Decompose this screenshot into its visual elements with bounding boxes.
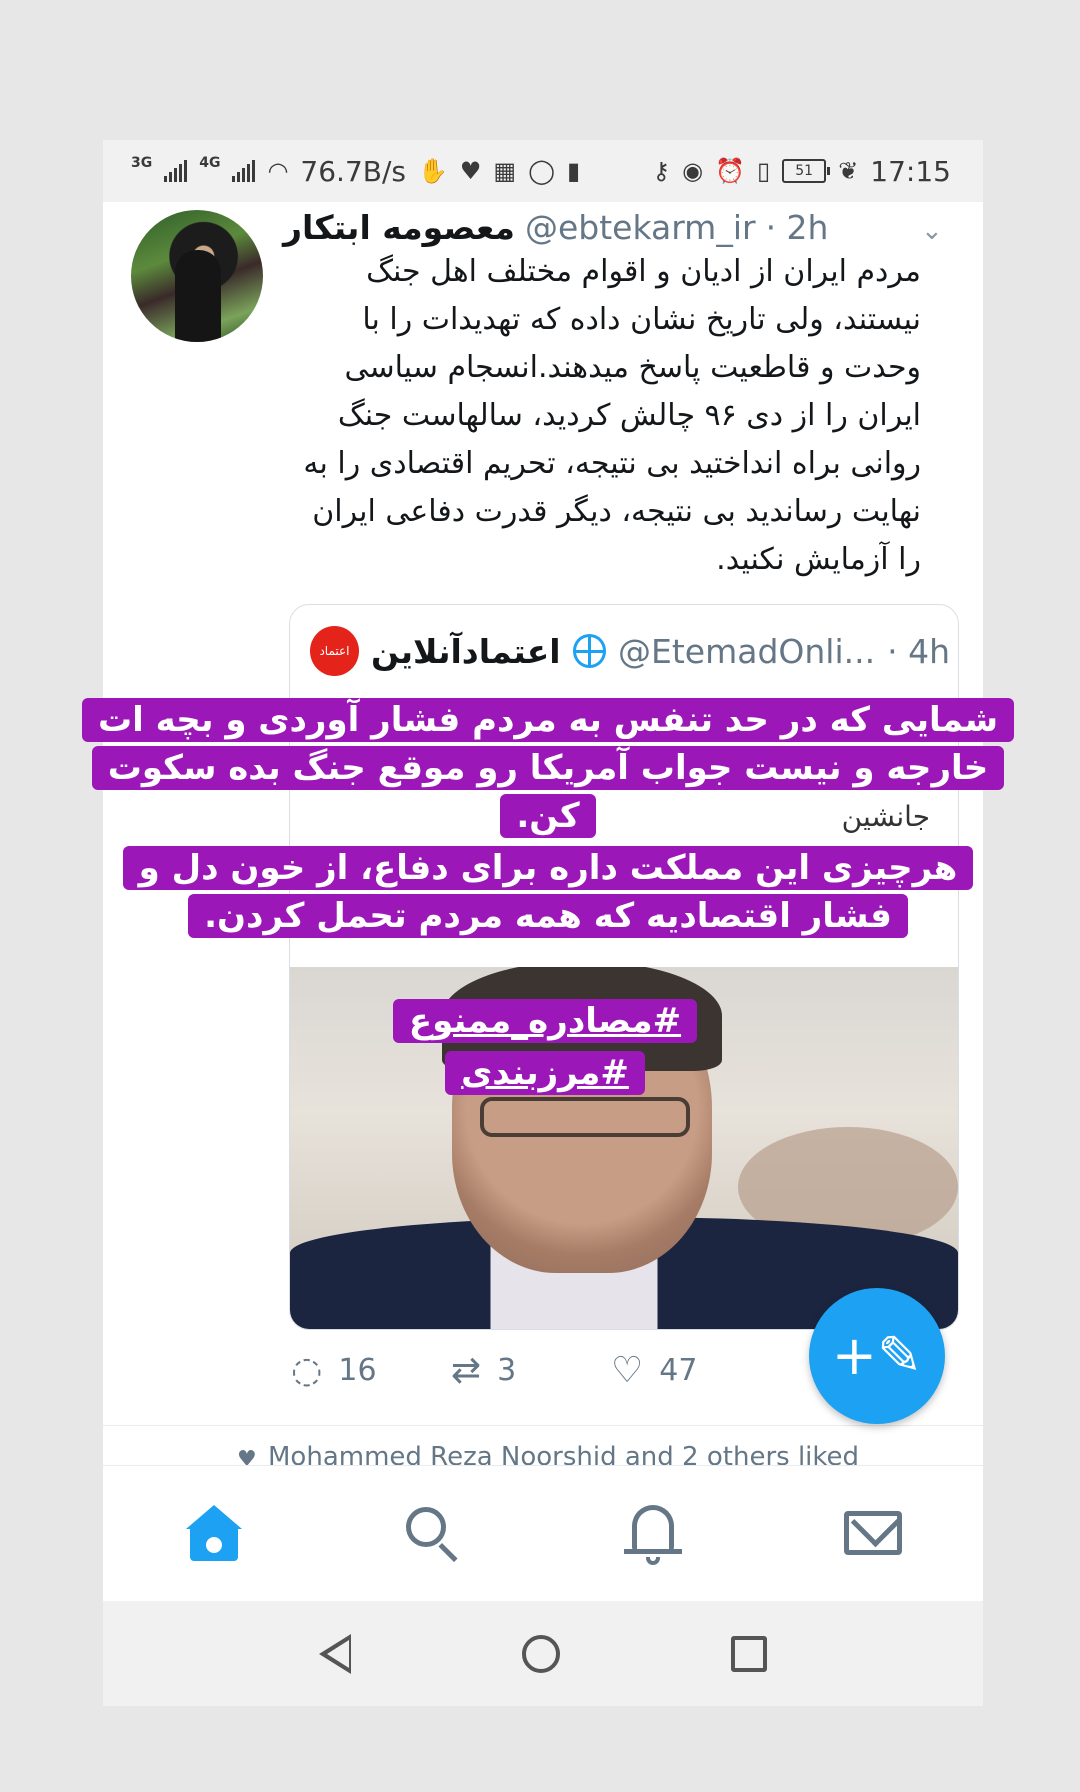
caption-text-1: شمایی که در حد تنفس به مردم فشار آوردی و… [81, 698, 1015, 838]
hand-icon: ✋ [418, 157, 448, 185]
vibrate-icon: ▯ [756, 157, 771, 185]
back-icon[interactable] [318, 1633, 351, 1674]
messages-icon[interactable] [838, 1497, 908, 1569]
quoted-tweet-time: · 4h [887, 631, 950, 671]
tweet-time: · 2h [765, 207, 829, 247]
eye-icon: ◉ [682, 157, 704, 185]
retweet-count: 3 [497, 1352, 517, 1388]
author-handle[interactable]: @ebtekarm_ir [525, 208, 756, 247]
quoted-author-name: اعتمادآنلاین [370, 631, 561, 671]
liked-by-text[interactable]: Mohammed Reza Noorshid and 2 others like… [268, 1442, 968, 1466]
tweet-actions: ◌ 16 ⇄ 3 ♡ 47 [291, 1345, 771, 1395]
search-icon[interactable] [398, 1499, 468, 1569]
reply-count: 16 [338, 1352, 377, 1388]
quoted-tweet-header: اعتماد اعتمادآنلاین @EtemadOnli... · 4h [310, 625, 950, 677]
status-bar: 3G 4G ◠ 76.7B/s ✋ ♥ ▦ ◯ ▮ ⚷ ◉ ⏰ ▯ 51 ❦ 1… [103, 140, 983, 202]
alarm-icon: ⏰ [715, 157, 745, 185]
key-icon: ⚷ [652, 157, 671, 185]
author-name[interactable]: معصومه ابتکار [283, 208, 515, 247]
hashtag-1[interactable]: #مصادره_ممنوع [392, 999, 698, 1043]
glasses-shape [480, 1097, 690, 1137]
quoted-avatar: اعتماد [310, 626, 359, 676]
clock: 17:15 [870, 154, 951, 188]
whatsapp-icon: ◯ [528, 157, 555, 185]
like-count: 47 [659, 1352, 698, 1388]
home-icon[interactable] [178, 1499, 248, 1569]
retweet-button[interactable]: ⇄ 3 [451, 1350, 611, 1391]
globe-icon [572, 634, 606, 668]
avatar-figure [175, 250, 221, 342]
battery-icon: 51 [782, 159, 831, 183]
tweet-text: مردم ایران از ادیان و اقوام مختلف اهل جن… [303, 254, 921, 577]
caption-overlay-2: هرچیزی این مملکت داره برای دفاع، از خون … [108, 844, 988, 940]
reply-icon: ◌ [291, 1349, 323, 1391]
recent-apps-icon[interactable] [731, 1635, 768, 1672]
network-type-2: 4G [199, 155, 221, 171]
notifications-icon[interactable] [618, 1499, 688, 1569]
divider [103, 1425, 983, 1426]
compose-tweet-button[interactable]: +✎ [809, 1288, 945, 1424]
wifi-icon: ◠ [267, 157, 289, 185]
like-button[interactable]: ♡ 47 [611, 1350, 771, 1391]
home-button-icon[interactable] [521, 1634, 560, 1673]
leaf-icon: ❦ [838, 157, 859, 185]
signal-icon [232, 160, 256, 182]
reply-button[interactable]: ◌ 16 [291, 1350, 451, 1391]
heart-monitor-icon: ♥ [459, 157, 482, 185]
network-speed: 76.7B/s [300, 154, 406, 188]
status-bar-left: 3G 4G ◠ 76.7B/s ✋ ♥ ▦ ◯ ▮ [131, 155, 580, 188]
avatar[interactable] [131, 210, 263, 342]
chevron-down-icon[interactable]: ⌄ [921, 216, 945, 246]
signal-icon [164, 160, 188, 182]
caption-overlay-1: شمایی که در حد تنفس به مردم فشار آوردی و… [78, 696, 1018, 840]
tweet-header: معصومه ابتکار @ebtekarm_ir · 2h [283, 206, 913, 248]
battery-alert-icon: ▮ [566, 157, 581, 185]
heart-icon: ♡ [611, 1349, 644, 1391]
hashtag-overlay: #مصادره_ممنوع #مرزبندی [380, 995, 710, 1099]
retweet-icon: ⇄ [451, 1349, 482, 1391]
system-nav-bar [103, 1601, 983, 1706]
status-bar-right: ⚷ ◉ ⏰ ▯ 51 ❦ 17:15 [653, 155, 951, 188]
network-type-1: 3G [131, 155, 153, 171]
bottom-nav [103, 1465, 983, 1602]
quoted-author-handle: @EtemadOnli... [618, 631, 876, 671]
calendar-icon: ▦ [493, 157, 517, 185]
hashtag-2[interactable]: #مرزبندی [445, 1051, 645, 1095]
compose-feather-icon: +✎ [831, 1324, 923, 1387]
caption-text-2: هرچیزی این مملکت داره برای دفاع، از خون … [122, 846, 974, 938]
